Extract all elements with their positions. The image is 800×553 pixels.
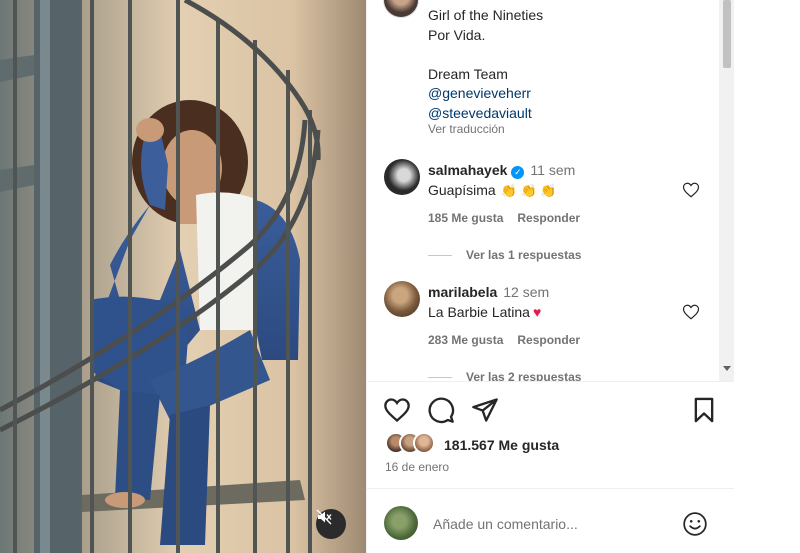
comment-body: Guapísima bbox=[428, 182, 496, 198]
post-actions-bar bbox=[367, 396, 735, 426]
comment-body: La Barbie Latina bbox=[428, 304, 530, 320]
divider bbox=[367, 381, 735, 382]
comment-text: Guapísima 👏 👏 👏 bbox=[428, 182, 557, 199]
comment-time: 11 sem bbox=[530, 162, 576, 178]
red-heart-emoji: ♥ bbox=[532, 304, 542, 320]
bookmark-icon[interactable] bbox=[690, 396, 718, 424]
view-replies-link[interactable]: Ver las 1 respuestas bbox=[428, 248, 581, 262]
heart-outline-icon[interactable] bbox=[682, 303, 700, 321]
verified-badge-icon: ✓ bbox=[511, 166, 525, 179]
current-user-avatar[interactable] bbox=[384, 506, 418, 540]
comment-item: marilabela 12 sem La Barbie Latina ♥ 283 M… bbox=[367, 0, 719, 381]
comment-likes[interactable]: 283 Me gusta bbox=[428, 333, 503, 347]
comment-username[interactable]: marilabela 12 sem bbox=[428, 284, 549, 300]
see-translation-link[interactable]: Ver traducción bbox=[428, 122, 505, 136]
comment-text: La Barbie Latina ♥ bbox=[428, 304, 541, 320]
commenter-avatar[interactable] bbox=[384, 281, 420, 317]
add-comment-bar bbox=[367, 503, 735, 545]
comment-username-text[interactable]: marilabela bbox=[428, 284, 497, 300]
commenter-avatar[interactable] bbox=[384, 159, 420, 195]
likes-count[interactable]: 181.567 Me gusta bbox=[444, 437, 559, 453]
comment-meta: 283 Me gusta Responder bbox=[428, 333, 580, 347]
post-side-panel: Girl of the Nineties Por Vida. Dream Tea… bbox=[366, 0, 735, 553]
view-replies-link[interactable]: Ver las 2 respuestas bbox=[428, 370, 581, 381]
comment-bubble-icon[interactable] bbox=[427, 396, 455, 424]
comment-likes[interactable]: 185 Me gusta bbox=[428, 211, 503, 225]
page-background bbox=[734, 0, 800, 553]
clapping-hands-emoji: 👏 👏 👏 bbox=[500, 183, 557, 198]
speaker-muted-icon bbox=[316, 509, 332, 525]
comment-username-text[interactable]: salmahayek bbox=[428, 162, 507, 178]
mute-button[interactable] bbox=[316, 509, 346, 539]
heart-outline-icon[interactable] bbox=[682, 181, 700, 199]
comment-meta: 185 Me gusta Responder bbox=[428, 211, 580, 225]
liker-avatar[interactable] bbox=[413, 432, 435, 454]
post-photo bbox=[0, 0, 366, 553]
comment-time: 12 sem bbox=[503, 284, 550, 300]
comments-scroll-area[interactable]: Girl of the Nineties Por Vida. Dream Tea… bbox=[367, 0, 719, 381]
post-media[interactable] bbox=[0, 0, 366, 553]
paper-plane-icon[interactable] bbox=[471, 396, 499, 424]
divider bbox=[367, 488, 735, 489]
comment-username[interactable]: salmahayek ✓ 11 sem bbox=[428, 162, 575, 179]
heart-outline-icon[interactable] bbox=[383, 396, 411, 424]
comments-scrollbar[interactable] bbox=[719, 0, 735, 381]
scrollbar-thumb[interactable] bbox=[723, 0, 731, 68]
post-date[interactable]: 16 de enero bbox=[385, 460, 449, 474]
reply-button[interactable]: Responder bbox=[517, 211, 580, 225]
comment-input[interactable] bbox=[433, 513, 653, 535]
reply-button[interactable]: Responder bbox=[517, 333, 580, 347]
scroll-down-arrow-icon[interactable] bbox=[723, 366, 731, 371]
smiley-icon[interactable] bbox=[682, 511, 708, 537]
